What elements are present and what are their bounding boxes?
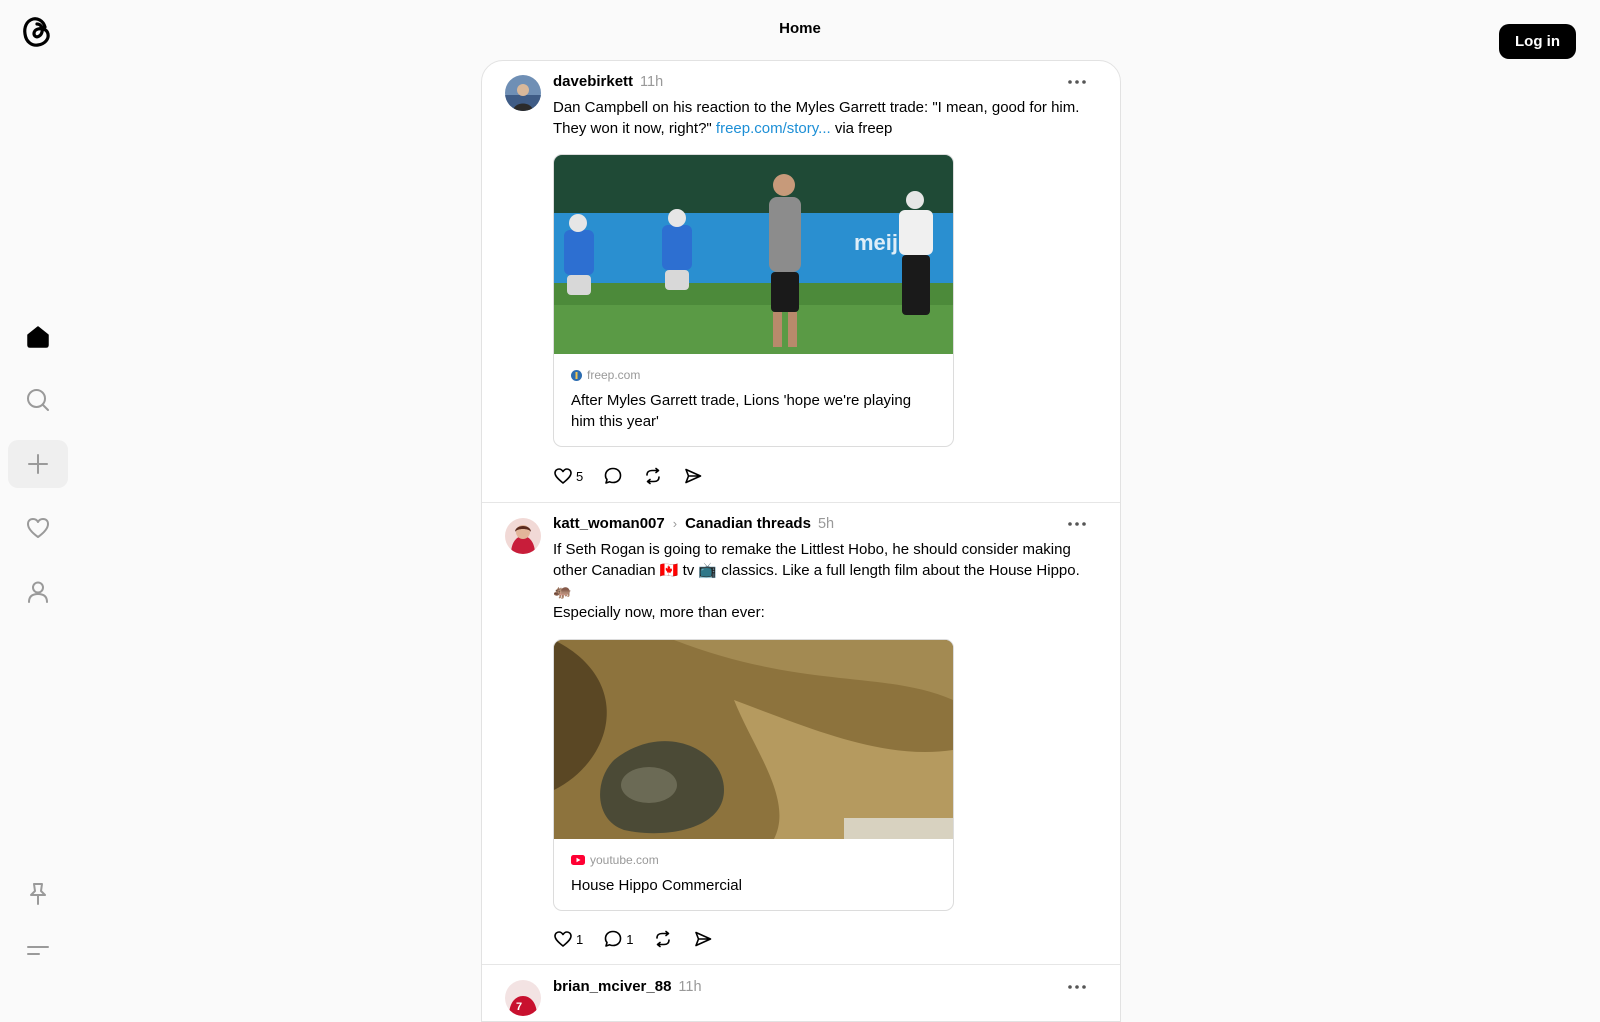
more-options-icon[interactable]	[1065, 978, 1089, 996]
heart-icon	[554, 931, 572, 947]
reply-button[interactable]	[603, 466, 623, 486]
post[interactable]: 7 brian_mciver_88 11h	[482, 964, 1120, 1021]
post-actions: 5	[553, 466, 717, 486]
reply-button[interactable]: 1	[603, 929, 633, 949]
sidebar-item-menu[interactable]	[8, 926, 68, 974]
send-icon	[695, 931, 712, 947]
repost-button[interactable]	[653, 929, 673, 949]
svg-text:meij: meij	[854, 230, 898, 255]
send-icon	[685, 468, 702, 484]
site-favicon-icon	[571, 369, 582, 381]
sidebar-item-activity[interactable]	[8, 504, 68, 552]
repost-button[interactable]	[643, 466, 663, 486]
link-preview-card[interactable]: youtube.com House Hippo Commercial	[553, 639, 954, 911]
avatar[interactable]	[505, 75, 541, 111]
preview-image	[554, 640, 953, 839]
like-count: 1	[576, 931, 584, 947]
post[interactable]: katt_woman007 › Canadian threads 5h If S…	[482, 502, 1120, 965]
repost-icon	[646, 467, 661, 485]
sidebar-item-pin[interactable]	[8, 870, 68, 918]
svg-text:7: 7	[516, 1001, 522, 1013]
card-title: House Hippo Commercial	[571, 877, 742, 894]
post-time[interactable]: 5h	[818, 516, 834, 532]
comment-icon	[604, 930, 622, 947]
sidebar-item-home[interactable]	[8, 313, 68, 361]
youtube-icon	[571, 855, 585, 865]
home-icon	[27, 326, 49, 348]
sidebar-item-create[interactable]	[8, 440, 68, 488]
share-button[interactable]	[683, 466, 703, 486]
page-title: Home	[779, 20, 821, 37]
post-username[interactable]: katt_woman007	[553, 515, 665, 532]
community-name[interactable]: Canadian threads	[685, 515, 811, 532]
post-username[interactable]: brian_mciver_88	[553, 978, 671, 995]
like-button[interactable]: 5	[553, 466, 583, 486]
menu-icon	[27, 946, 49, 955]
heart-icon	[554, 468, 572, 484]
repost-icon	[656, 930, 671, 948]
more-options-icon[interactable]	[1065, 515, 1089, 533]
login-button[interactable]: Log in	[1499, 24, 1576, 59]
feed: davebirkett 11h Dan Campbell on his reac…	[481, 60, 1121, 1022]
post-actions: 1 1	[553, 929, 727, 949]
link-preview-card[interactable]: meij freep.com After Myles Garrett trade…	[553, 154, 954, 447]
search-icon	[27, 389, 49, 411]
chevron-right-icon: ›	[672, 516, 678, 531]
like-count: 5	[576, 468, 584, 484]
post-time[interactable]: 11h	[640, 74, 663, 90]
post-time[interactable]: 11h	[678, 979, 701, 995]
person-icon	[28, 581, 48, 603]
post-text: If Seth Rogan is going to remake the Lit…	[553, 541, 1080, 621]
pin-icon	[30, 883, 46, 905]
sidebar-nav	[0, 0, 76, 1000]
avatar[interactable]: 7	[505, 980, 541, 1016]
preview-image: meij	[554, 155, 953, 354]
reply-count: 1	[626, 931, 634, 947]
post[interactable]: davebirkett 11h Dan Campbell on his reac…	[482, 61, 1120, 502]
post-link[interactable]: freep.com/story...	[716, 120, 831, 137]
sidebar-item-profile[interactable]	[8, 568, 68, 616]
card-title: After Myles Garrett trade, Lions 'hope w…	[571, 392, 912, 430]
comment-icon	[604, 467, 622, 484]
post-text: Dan Campbell on his reaction to the Myle…	[553, 99, 1080, 137]
avatar[interactable]	[505, 518, 541, 554]
plus-icon	[28, 454, 48, 474]
card-domain: youtube.com	[590, 853, 659, 867]
sidebar-item-search[interactable]	[8, 376, 68, 424]
share-button[interactable]	[693, 929, 713, 949]
like-button[interactable]: 1	[553, 929, 583, 949]
card-domain: freep.com	[587, 368, 641, 382]
more-options-icon[interactable]	[1065, 73, 1089, 91]
post-username[interactable]: davebirkett	[553, 73, 633, 90]
heart-icon	[27, 518, 49, 538]
